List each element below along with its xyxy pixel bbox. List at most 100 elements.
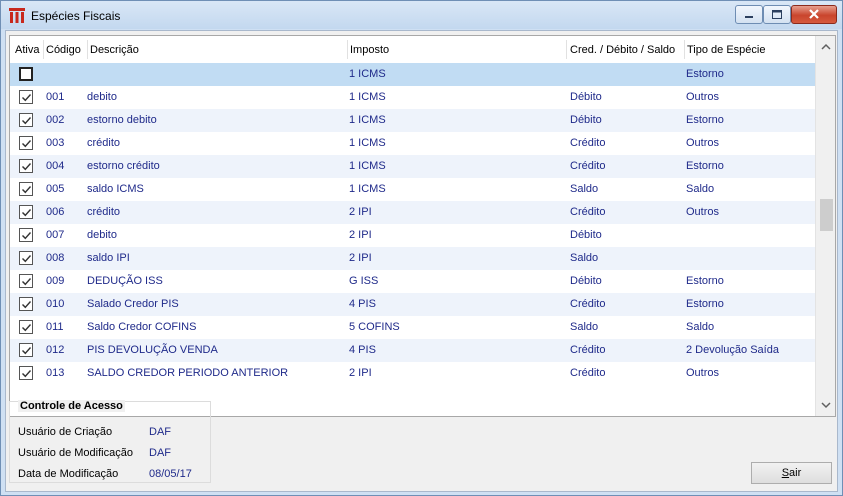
cred-deb-saldo-cell: Débito bbox=[570, 114, 602, 126]
codigo-cell: 008 bbox=[46, 252, 65, 264]
descricao-cell: Salado Credor PIS bbox=[87, 298, 179, 310]
table-row[interactable]: 006 crédito 2 IPI Crédito Outros bbox=[10, 201, 815, 224]
close-button[interactable] bbox=[791, 5, 837, 24]
imposto-cell: 5 COFINS bbox=[349, 321, 400, 333]
imposto-cell: 1 ICMS bbox=[349, 91, 386, 103]
column-header-tipo-especie[interactable]: Tipo de Espécie bbox=[687, 44, 765, 56]
minimize-icon bbox=[745, 16, 753, 18]
column-header-ativa[interactable]: Ativa bbox=[15, 44, 39, 56]
checkmark-icon bbox=[22, 255, 32, 263]
cred-deb-saldo-cell: Crédito bbox=[570, 344, 606, 356]
ativa-checkbox[interactable] bbox=[19, 366, 33, 380]
maximize-button[interactable] bbox=[763, 5, 791, 24]
column-header-imposto[interactable]: Imposto bbox=[350, 44, 389, 56]
column-divider bbox=[43, 40, 44, 59]
cred-deb-saldo-cell: Crédito bbox=[570, 367, 606, 379]
tipo-especie-cell: Saldo bbox=[686, 183, 715, 195]
title-bar: Espécies Fiscais bbox=[1, 1, 842, 29]
tipo-especie-cell: 2 Devolução Saída bbox=[686, 344, 779, 356]
codigo-cell: 004 bbox=[46, 160, 65, 172]
tipo-especie-cell: Estorno bbox=[686, 68, 724, 80]
table-row[interactable]: 1 ICMS Estorno bbox=[10, 63, 815, 86]
tipo-especie-cell: Estorno bbox=[686, 298, 724, 310]
client-area: Ativa Código Descrição Imposto Cred. / D… bbox=[5, 30, 838, 492]
imposto-cell: 2 IPI bbox=[349, 252, 372, 264]
table-row[interactable]: 001 debito 1 ICMS Débito Outros bbox=[10, 86, 815, 109]
cred-deb-saldo-cell: Débito bbox=[570, 275, 602, 287]
modified-by-label: Usuário de Modificação bbox=[18, 447, 133, 459]
table-row[interactable]: 004 estorno crédito 1 ICMS Crédito Estorno bbox=[10, 155, 815, 178]
table-row[interactable]: 010 Salado Credor PIS 4 PIS Crédito Estorno bbox=[10, 293, 815, 316]
cred-deb-saldo-cell: Saldo bbox=[570, 183, 599, 195]
close-icon bbox=[809, 9, 819, 19]
ativa-checkbox[interactable] bbox=[19, 113, 33, 127]
minimize-button[interactable] bbox=[735, 5, 763, 24]
table-row[interactable]: 005 saldo ICMS 1 ICMS Saldo Saldo bbox=[10, 178, 815, 201]
grid-rows: 1 ICMS Estorno 001 debito 1 ICMS Débito Outros… bbox=[10, 63, 815, 385]
ativa-checkbox[interactable] bbox=[19, 320, 33, 334]
ativa-checkbox[interactable] bbox=[19, 343, 33, 357]
created-by-value: DAF bbox=[149, 426, 171, 438]
ativa-checkbox[interactable] bbox=[19, 182, 33, 196]
descricao-cell: PIS DEVOLUÇÃO VENDA bbox=[87, 344, 218, 356]
scroll-down-arrow-icon[interactable] bbox=[816, 396, 835, 414]
scroll-thumb[interactable] bbox=[820, 199, 833, 231]
app-columns-icon bbox=[9, 8, 25, 23]
codigo-cell: 001 bbox=[46, 91, 65, 103]
checkmark-icon bbox=[22, 209, 32, 217]
maximize-icon bbox=[772, 10, 782, 19]
ativa-checkbox[interactable] bbox=[19, 228, 33, 242]
imposto-cell: 1 ICMS bbox=[349, 68, 386, 80]
created-by-label: Usuário de Criação bbox=[18, 426, 113, 438]
descricao-cell: estorno debito bbox=[87, 114, 157, 126]
imposto-cell: 4 PIS bbox=[349, 298, 376, 310]
modified-date-value: 08/05/17 bbox=[149, 468, 192, 480]
column-header-cred-deb-saldo[interactable]: Cred. / Débito / Saldo bbox=[570, 44, 675, 56]
table-row[interactable]: 009 DEDUÇÃO ISS G ISS Débito Estorno bbox=[10, 270, 815, 293]
ativa-checkbox[interactable] bbox=[19, 67, 33, 81]
ativa-checkbox[interactable] bbox=[19, 90, 33, 104]
table-row[interactable]: 003 crédito 1 ICMS Crédito Outros bbox=[10, 132, 815, 155]
descricao-cell: debito bbox=[87, 229, 117, 241]
cred-deb-saldo-cell: Saldo bbox=[570, 252, 599, 264]
descricao-cell: Saldo Credor COFINS bbox=[87, 321, 197, 333]
ativa-checkbox[interactable] bbox=[19, 205, 33, 219]
ativa-checkbox[interactable] bbox=[19, 297, 33, 311]
column-header-descricao[interactable]: Descrição bbox=[90, 44, 139, 56]
window-title: Espécies Fiscais bbox=[31, 9, 121, 23]
table-row[interactable]: 013 SALDO CREDOR PERIODO ANTERIOR 2 IPI Cré… bbox=[10, 362, 815, 385]
table-row[interactable]: 002 estorno debito 1 ICMS Débito Estorno bbox=[10, 109, 815, 132]
ativa-checkbox[interactable] bbox=[19, 251, 33, 265]
column-header-codigo[interactable]: Código bbox=[46, 44, 81, 56]
grid-header: Ativa Código Descrição Imposto Cred. / D… bbox=[10, 36, 815, 63]
cred-deb-saldo-cell: Crédito bbox=[570, 298, 606, 310]
sair-button[interactable]: Sair bbox=[751, 462, 832, 484]
codigo-cell: 002 bbox=[46, 114, 65, 126]
codigo-cell: 006 bbox=[46, 206, 65, 218]
column-divider bbox=[87, 40, 88, 59]
table-row[interactable]: 008 saldo IPI 2 IPI Saldo bbox=[10, 247, 815, 270]
checkmark-icon bbox=[22, 370, 32, 378]
checkmark-icon bbox=[22, 163, 32, 171]
table-row[interactable]: 007 debito 2 IPI Débito bbox=[10, 224, 815, 247]
imposto-cell: 1 ICMS bbox=[349, 114, 386, 126]
column-divider bbox=[566, 40, 567, 59]
tipo-especie-cell: Estorno bbox=[686, 160, 724, 172]
ativa-checkbox[interactable] bbox=[19, 274, 33, 288]
column-divider bbox=[347, 40, 348, 59]
checkmark-icon bbox=[22, 140, 32, 148]
table-row[interactable]: 011 Saldo Credor COFINS 5 COFINS Saldo Saldo bbox=[10, 316, 815, 339]
table-row[interactable]: 012 PIS DEVOLUÇÃO VENDA 4 PIS Crédito 2 Devo… bbox=[10, 339, 815, 362]
cred-deb-saldo-cell: Crédito bbox=[570, 137, 606, 149]
vertical-scrollbar[interactable] bbox=[815, 36, 835, 416]
ativa-checkbox[interactable] bbox=[19, 136, 33, 150]
access-control-title: Controle de Acesso bbox=[18, 400, 125, 412]
descricao-cell: crédito bbox=[87, 137, 121, 149]
descricao-cell: saldo ICMS bbox=[87, 183, 144, 195]
scroll-up-arrow-icon[interactable] bbox=[816, 38, 835, 56]
imposto-cell: 2 IPI bbox=[349, 229, 372, 241]
descricao-cell: estorno crédito bbox=[87, 160, 160, 172]
ativa-checkbox[interactable] bbox=[19, 159, 33, 173]
tipo-especie-cell: Outros bbox=[686, 137, 720, 149]
imposto-cell: G ISS bbox=[349, 275, 379, 287]
